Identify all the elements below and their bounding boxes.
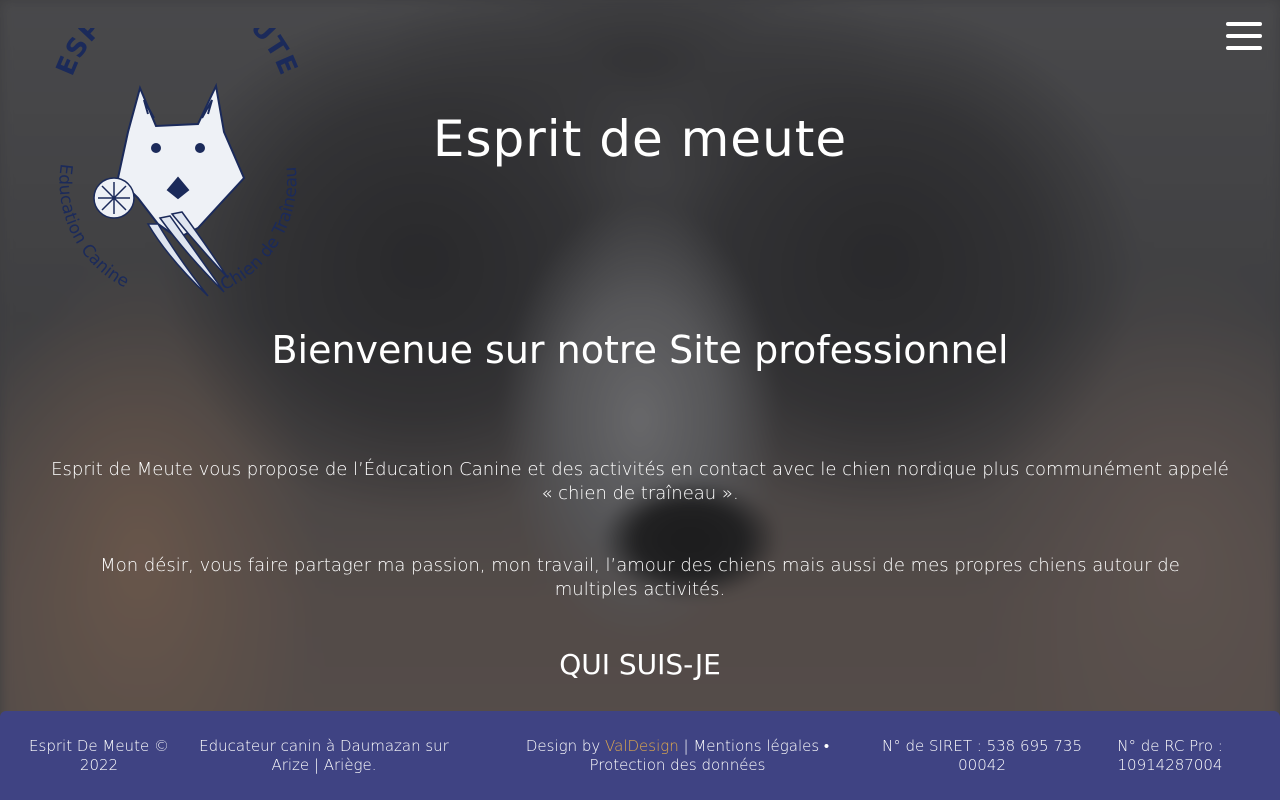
qui-suis-je-link[interactable]: QUI SUIS-JE (0, 648, 1280, 681)
hamburger-menu-icon[interactable] (1226, 22, 1262, 50)
svg-text:ESPRIT DE MEUTE: ESPRIT DE MEUTE (51, 28, 303, 80)
separator: • (819, 737, 830, 755)
protection-donnees-link[interactable]: Protection des données (590, 756, 766, 774)
footer-siret: N° de SIRET : 538 695 735 00042 (881, 737, 1083, 774)
separator: | (678, 737, 694, 755)
menu-bar (1226, 46, 1262, 50)
design-by-label: Design by (525, 737, 606, 755)
footer-copyright: Esprit De Meute © 2022 (29, 737, 169, 774)
valdesign-link[interactable]: ValDesign (605, 737, 679, 755)
mentions-legales-link[interactable]: Mentions légales (693, 737, 819, 755)
menu-bar (1226, 22, 1262, 26)
menu-bar (1226, 34, 1262, 38)
footer-rc-pro: N° de RC Pro : 10914287004 (1117, 737, 1223, 774)
site-title: Esprit de meute (432, 110, 848, 168)
passion-paragraph: Mon désir, vous faire partager ma passio… (100, 555, 1180, 600)
footer-credits: Design by ValDesign | Mentions légales •… (505, 737, 850, 775)
welcome-heading: Bienvenue sur notre Site professionnel (271, 328, 1009, 372)
footer-location: Educateur canin à Daumazan sur Arize | A… (199, 737, 449, 774)
intro-paragraph: Esprit de Meute vous propose de l’Éducat… (51, 459, 1229, 504)
logo-top-text: ESPRIT DE MEUTE (51, 0, 302, 80)
site-footer: Esprit De Meute © 2022 Educateur canin à… (0, 711, 1280, 800)
